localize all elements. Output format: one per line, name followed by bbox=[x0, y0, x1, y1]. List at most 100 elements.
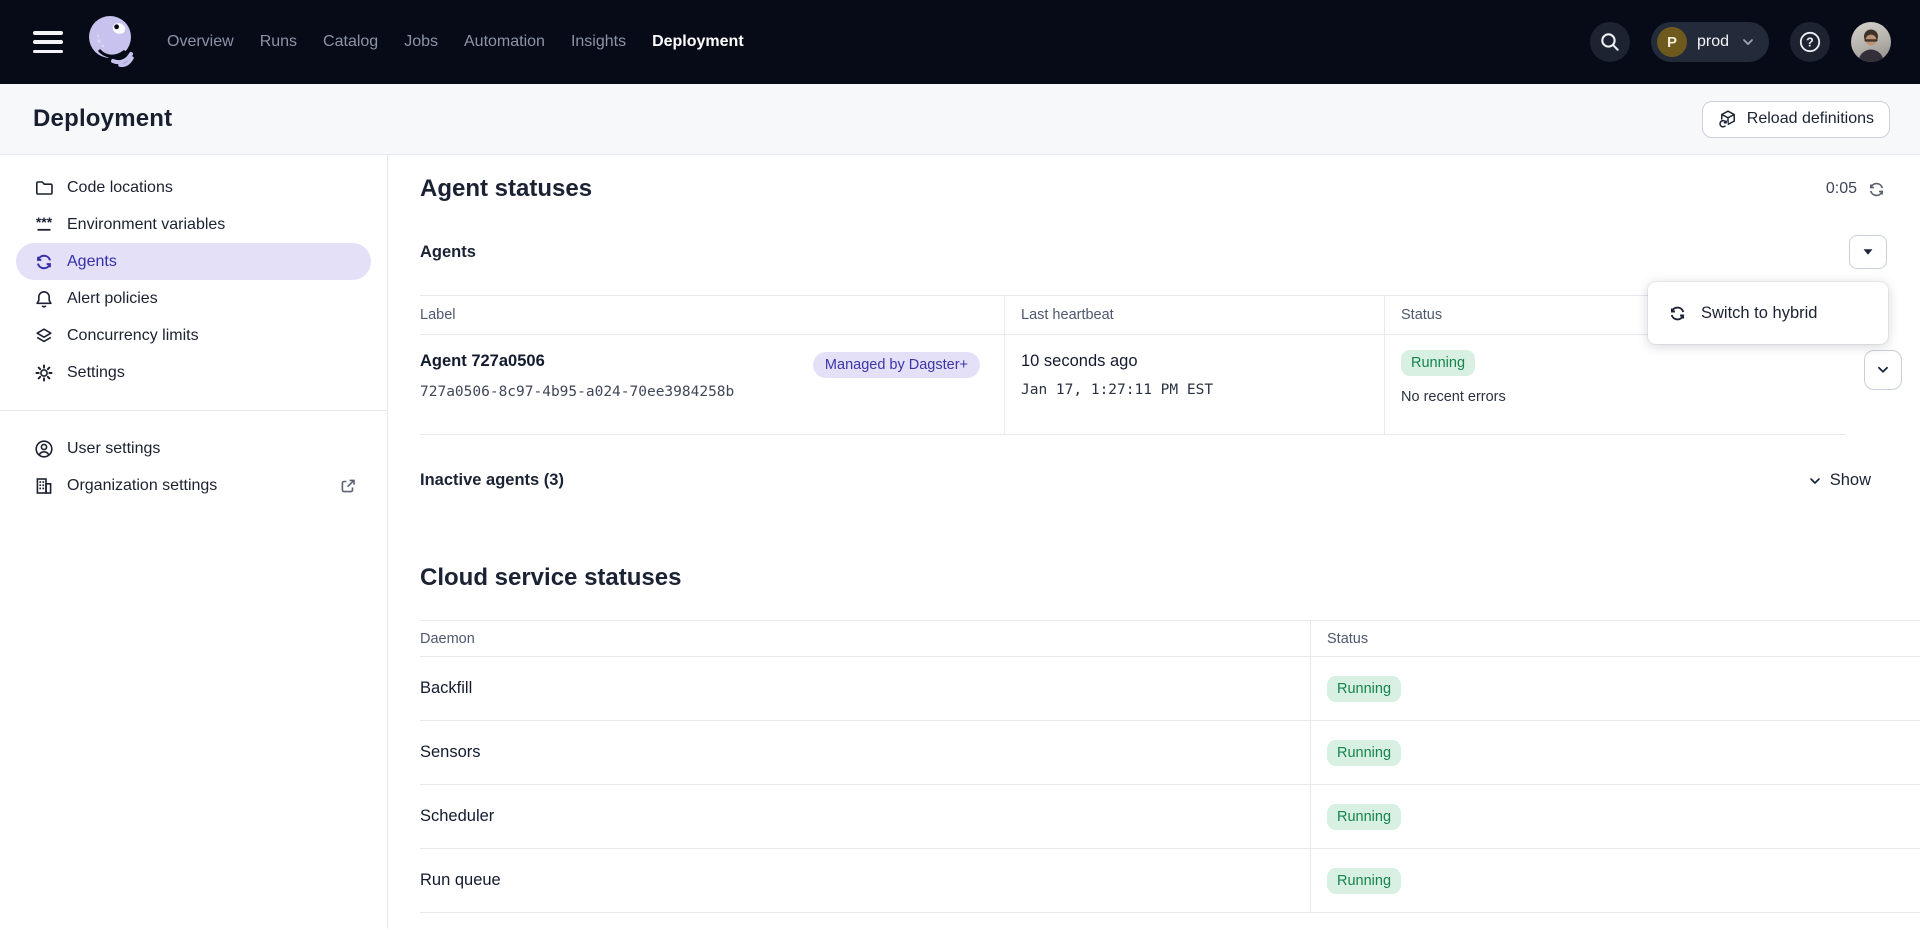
daemon-status-cell: Running bbox=[1310, 721, 1920, 784]
env-vars-icon: *** bbox=[34, 215, 54, 235]
daemon-row-backfill: Backfill Running bbox=[420, 657, 1920, 721]
show-label: Show bbox=[1830, 471, 1871, 490]
agent-id: 727a0506-8c97-4b95-a024-70ee3984258b bbox=[420, 384, 734, 400]
hamburger-menu-icon[interactable] bbox=[33, 31, 63, 53]
agent-name: Agent 727a0506 bbox=[420, 352, 734, 371]
page-header: Deployment Reload definitions bbox=[0, 84, 1920, 155]
inactive-agents-label: Inactive agents (3) bbox=[420, 471, 564, 490]
column-header-daemon: Daemon bbox=[420, 631, 1310, 647]
chevron-down-icon bbox=[1874, 361, 1892, 379]
building-icon bbox=[34, 476, 54, 496]
caret-down-icon bbox=[1859, 243, 1877, 261]
sidebar-item-organization-settings[interactable]: Organization settings bbox=[16, 467, 371, 504]
daemon-name: Sensors bbox=[420, 721, 1310, 784]
agent-statuses-header: Agent statuses 0:05 bbox=[420, 171, 1920, 207]
sidebar-item-alert-policies[interactable]: Alert policies bbox=[16, 280, 371, 317]
managed-by-badge: Managed by Dagster+ bbox=[813, 352, 980, 378]
user-avatar[interactable] bbox=[1851, 22, 1891, 62]
status-badge: Running bbox=[1327, 740, 1401, 766]
bell-icon bbox=[34, 289, 54, 309]
nav-link-runs[interactable]: Runs bbox=[260, 33, 297, 51]
dagster-logo-icon[interactable] bbox=[85, 12, 137, 73]
search-icon bbox=[1599, 31, 1621, 53]
sidebar-item-environment-variables[interactable]: *** Environment variables bbox=[16, 206, 371, 243]
content-area: Code locations *** Environment variables bbox=[0, 155, 1920, 929]
layers-icon bbox=[34, 326, 54, 346]
inactive-agents-row: Inactive agents (3) Show bbox=[420, 471, 1920, 490]
nav-link-deployment[interactable]: Deployment bbox=[652, 33, 744, 51]
reload-definitions-button[interactable]: Reload definitions bbox=[1702, 101, 1890, 138]
deployment-switcher[interactable]: P prod bbox=[1651, 22, 1769, 62]
inactive-agents-show-toggle[interactable]: Show bbox=[1807, 471, 1871, 490]
daemon-name: Run queue bbox=[420, 849, 1310, 912]
status-badge: Running bbox=[1327, 676, 1401, 702]
sidebar-item-label: Alert policies bbox=[67, 290, 158, 308]
reload-definitions-label: Reload definitions bbox=[1747, 110, 1874, 128]
daemon-row-sensors: Sensors Running bbox=[420, 721, 1920, 785]
nav-right-cluster: P prod ? bbox=[1590, 22, 1891, 62]
status-badge: Running bbox=[1401, 350, 1475, 376]
cloud-service-statuses-header: Cloud service statuses bbox=[420, 560, 1920, 596]
user-circle-icon bbox=[34, 439, 54, 459]
nav-link-insights[interactable]: Insights bbox=[571, 33, 626, 51]
user-photo-icon bbox=[1851, 22, 1891, 62]
sidebar-item-label: Agents bbox=[67, 253, 117, 271]
sidebar-item-agents[interactable]: Agents bbox=[16, 243, 371, 280]
search-button[interactable] bbox=[1590, 22, 1630, 62]
external-link-icon bbox=[339, 477, 357, 495]
nav-link-catalog[interactable]: Catalog bbox=[323, 33, 378, 51]
sidebar-item-code-locations[interactable]: Code locations bbox=[16, 169, 371, 206]
sidebar-item-label: Concurrency limits bbox=[67, 327, 199, 345]
sidebar-item-label: User settings bbox=[67, 440, 160, 458]
heartbeat-timestamp: Jan 17, 1:27:11 PM EST bbox=[1021, 382, 1384, 398]
agent-status-cell: Running No recent errors bbox=[1384, 335, 1845, 434]
agent-heartbeat-cell: 10 seconds ago Jan 17, 1:27:11 PM EST bbox=[1004, 335, 1384, 434]
menu-item-switch-to-hybrid[interactable]: Switch to hybrid bbox=[1701, 304, 1817, 323]
page-title: Deployment bbox=[33, 105, 172, 133]
nav-link-overview[interactable]: Overview bbox=[167, 33, 234, 51]
gear-icon bbox=[34, 363, 54, 383]
chevron-down-icon bbox=[1739, 33, 1757, 51]
status-badge: Running bbox=[1327, 804, 1401, 830]
status-badge: Running bbox=[1327, 868, 1401, 894]
sidebar-item-user-settings[interactable]: User settings bbox=[16, 430, 371, 467]
column-header-status: Status bbox=[1310, 621, 1920, 656]
reload-package-icon bbox=[1718, 109, 1738, 129]
main-panel: Agent statuses 0:05 Agents bbox=[388, 155, 1920, 929]
agent-sync-icon bbox=[1668, 304, 1687, 323]
agents-menu-button[interactable] bbox=[1849, 235, 1887, 269]
agent-sync-icon bbox=[34, 252, 54, 272]
sidebar-item-concurrency-limits[interactable]: Concurrency limits bbox=[16, 317, 371, 354]
sidebar-item-label: Environment variables bbox=[67, 216, 225, 234]
agents-table: Label Last heartbeat Status Agent 727a05… bbox=[420, 295, 1845, 435]
agent-row: Agent 727a0506 727a0506-8c97-4b95-a024-7… bbox=[420, 335, 1845, 435]
agent-row-menu-button[interactable] bbox=[1864, 350, 1902, 390]
deployment-sidebar: Code locations *** Environment variables bbox=[0, 155, 388, 929]
sidebar-item-settings[interactable]: Settings bbox=[16, 354, 371, 391]
daemon-status-cell: Running bbox=[1310, 785, 1920, 848]
daemon-row-scheduler: Scheduler Running bbox=[420, 785, 1920, 849]
column-header-last-heartbeat: Last heartbeat bbox=[1004, 296, 1384, 334]
agents-section-header: Agents bbox=[420, 233, 1920, 271]
cloud-table-header: Daemon Status bbox=[420, 620, 1920, 657]
refresh-icon[interactable] bbox=[1867, 180, 1886, 199]
nav-link-jobs[interactable]: Jobs bbox=[404, 33, 438, 51]
daemon-name: Backfill bbox=[420, 657, 1310, 720]
help-button[interactable]: ? bbox=[1790, 22, 1830, 62]
agents-heading: Agents bbox=[420, 243, 476, 262]
agent-menu-popover: Switch to hybrid bbox=[1648, 282, 1888, 344]
deployment-initial-badge: P bbox=[1657, 27, 1687, 57]
chevron-down-icon bbox=[1807, 473, 1823, 489]
sidebar-item-label: Code locations bbox=[67, 179, 173, 197]
help-icon: ? bbox=[1798, 30, 1822, 54]
top-nav: Overview Runs Catalog Jobs Automation In… bbox=[0, 0, 1920, 84]
svg-text:***: *** bbox=[36, 215, 53, 230]
daemon-row-run-queue: Run queue Running bbox=[420, 849, 1920, 913]
sidebar-divider bbox=[0, 410, 387, 411]
svg-text:?: ? bbox=[1806, 35, 1814, 49]
refresh-countdown: 0:05 bbox=[1826, 180, 1857, 198]
heartbeat-relative: 10 seconds ago bbox=[1021, 352, 1384, 371]
column-header-label: Label bbox=[420, 296, 1004, 334]
primary-nav-links: Overview Runs Catalog Jobs Automation In… bbox=[167, 33, 744, 51]
nav-link-automation[interactable]: Automation bbox=[464, 33, 545, 51]
